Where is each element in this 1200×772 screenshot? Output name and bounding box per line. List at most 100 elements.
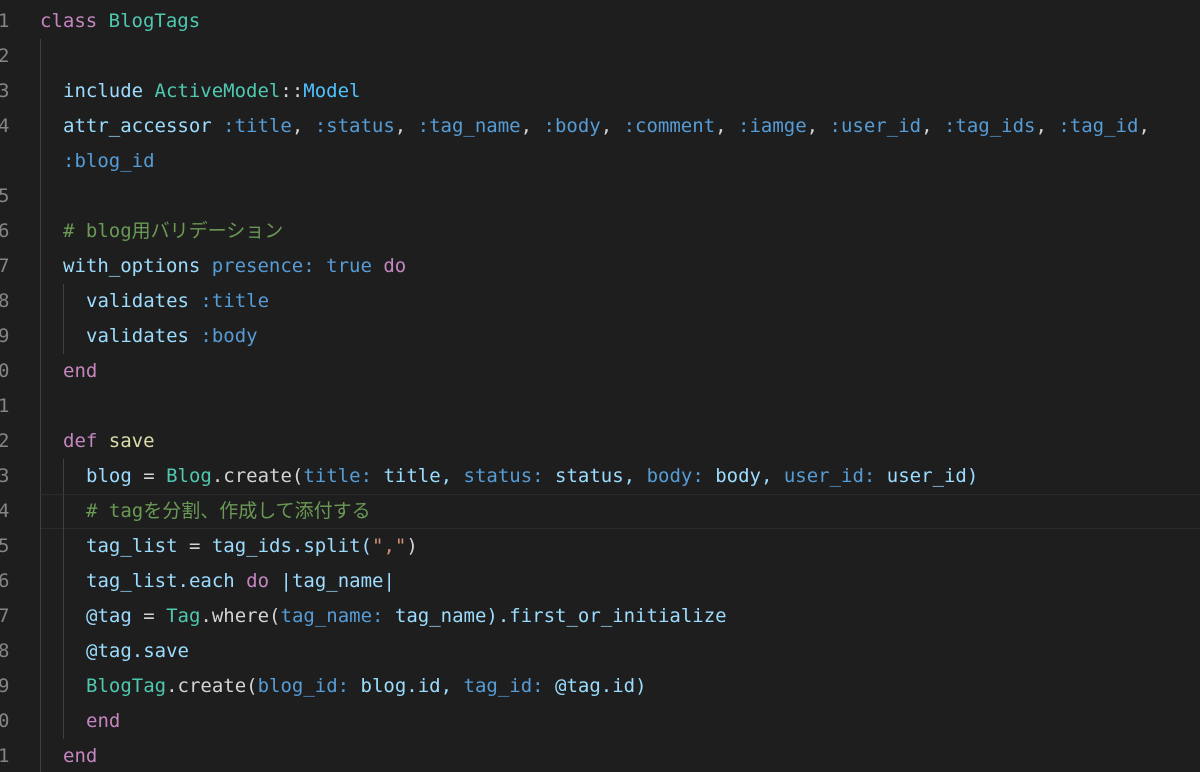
code-token: title: [303, 465, 373, 487]
code-token: status: [463, 465, 544, 487]
code-line[interactable]: tag_list.each do |tag_name| [40, 564, 1200, 599]
code-content: tag_list = tag_ids.split(",") [86, 529, 418, 564]
code-content: blog = Blog.create(title: title, status:… [86, 459, 978, 494]
indent-guide [40, 389, 41, 424]
code-token: end [63, 745, 98, 767]
code-token: BlogTags [108, 10, 201, 32]
code-token: :body [543, 115, 601, 137]
code-token: :body [200, 325, 258, 347]
code-line[interactable]: with_options presence: true do [40, 249, 1200, 284]
code-token: # blog用バリデーション [63, 220, 284, 242]
code-line[interactable]: end [40, 739, 1200, 772]
code-content: tag_list.each do |tag_name| [86, 564, 395, 599]
code-content: end [63, 739, 97, 772]
code-content: end [86, 704, 120, 739]
line-number: 7 [0, 605, 10, 627]
line-number: 1 [0, 395, 10, 417]
line-number: 6 [0, 220, 10, 242]
code-token: attr_accessor [63, 115, 212, 137]
indent-guide [40, 669, 41, 704]
code-token: :title [200, 290, 270, 312]
code-line[interactable]: end [40, 354, 1200, 389]
code-token: title, [372, 465, 464, 487]
code-token: = [177, 535, 212, 557]
code-token: = [131, 605, 167, 627]
code-token: Tag [166, 605, 201, 627]
indent-guide [40, 739, 41, 772]
indent-guide [40, 599, 41, 634]
code-line[interactable]: @tag = Tag.where(tag_name: tag_name).fir… [40, 599, 1200, 634]
code-token: tag_name).first_or_initialize [383, 605, 727, 627]
code-token: , [806, 115, 830, 137]
indent-guide [40, 634, 41, 669]
code-token: tag_list.each [86, 570, 235, 592]
code-token: , [1138, 115, 1150, 137]
code-token: = [131, 465, 167, 487]
code-token: tag_list [86, 535, 178, 557]
indent-guide [40, 144, 41, 179]
code-token: blog [86, 465, 132, 487]
indent-guide [40, 319, 41, 354]
indent-guide [40, 459, 41, 494]
code-line[interactable]: def save [40, 424, 1200, 459]
code-token: presence: [211, 255, 315, 277]
code-content: include ActiveModel::Model [63, 74, 360, 109]
code-line[interactable]: attr_accessor :title, :status, :tag_name… [40, 109, 1200, 144]
indent-guide [40, 39, 41, 74]
code-token: , [715, 115, 739, 137]
code-line[interactable]: validates :body [40, 319, 1200, 354]
code-line[interactable]: tag_list = tag_ids.split(",") [40, 529, 1200, 564]
code-token: user_id: [783, 465, 876, 487]
line-number: 2 [0, 45, 10, 67]
indent-guide [40, 495, 41, 530]
code-area[interactable]: class BlogTagsinclude ActiveModel::Model… [40, 0, 1200, 772]
code-line[interactable]: include ActiveModel::Model [40, 74, 1200, 109]
code-token: :user_id [829, 115, 922, 137]
line-number: 0 [0, 710, 10, 732]
code-line[interactable]: end [40, 704, 1200, 739]
indent-guide [63, 669, 64, 704]
code-line[interactable] [40, 179, 1200, 214]
code-token: , [600, 115, 624, 137]
indent-guide [63, 284, 64, 319]
code-line[interactable]: blog = Blog.create(title: title, status:… [40, 459, 1200, 494]
code-token: validates [86, 325, 189, 347]
code-token: BlogTag [86, 675, 167, 697]
code-content: validates :title [86, 284, 269, 319]
line-number: 5 [0, 185, 10, 207]
code-token: def [63, 430, 98, 452]
code-line[interactable]: # tagを分割、作成して添付する [40, 494, 1200, 530]
code-line[interactable]: class BlogTags [40, 4, 1200, 39]
code-token: end [86, 710, 121, 732]
indent-guide [40, 249, 41, 284]
line-number: 8 [0, 290, 10, 312]
code-line[interactable]: BlogTag.create(blog_id: blog.id, tag_id:… [40, 669, 1200, 704]
code-token: tag_id: [463, 675, 544, 697]
code-token: |tag_name| [269, 570, 395, 592]
code-line[interactable]: @tag.save [40, 634, 1200, 669]
code-line[interactable] [40, 389, 1200, 424]
indent-guide [63, 495, 64, 530]
code-token: do [383, 255, 407, 277]
code-line[interactable] [40, 39, 1200, 74]
code-line[interactable]: # blog用バリデーション [40, 214, 1200, 249]
code-line[interactable]: validates :title [40, 284, 1200, 319]
code-content: BlogTag.create(blog_id: blog.id, tag_id:… [86, 669, 647, 704]
code-token: ActiveModel [154, 80, 281, 102]
line-number-gutter: 1 2 3 4 5 6 7 8 9 0 1 2 3 4 5 6 7 8 9 0 1 [0, 0, 30, 772]
code-content: def save [63, 424, 155, 459]
code-token: blog_id: [257, 675, 350, 697]
line-number: 3 [0, 465, 10, 487]
code-token: :blog_id [63, 150, 155, 172]
code-token: .create( [166, 675, 258, 697]
code-editor[interactable]: 123456789012345678901 class BlogTags incl… [0, 0, 1200, 772]
code-line[interactable]: :blog_id [40, 144, 1200, 179]
code-token: body, [703, 465, 784, 487]
indent-guide [40, 179, 41, 214]
